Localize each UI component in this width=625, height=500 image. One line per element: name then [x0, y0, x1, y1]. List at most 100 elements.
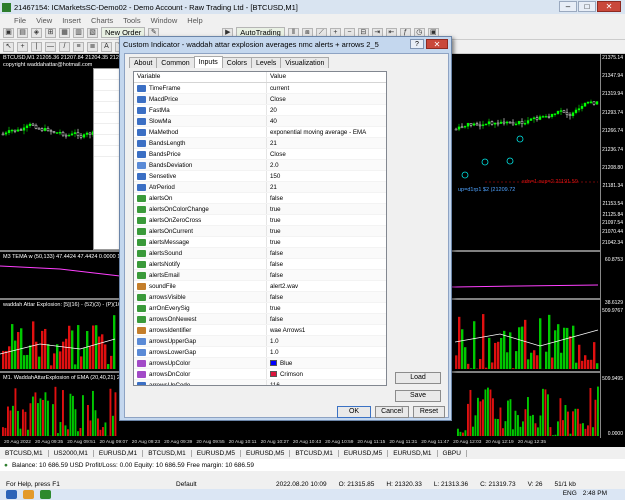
menu-charts[interactable]: Charts [91, 16, 113, 25]
load-button[interactable]: Load [395, 372, 441, 384]
param-row[interactable]: MaMethod exponential moving average - EMA [134, 127, 386, 138]
terminal-icon[interactable]: ▥ [73, 27, 84, 38]
param-row[interactable]: AtrPeriod 21 [134, 182, 386, 193]
menu-tools[interactable]: Tools [123, 16, 141, 25]
minimize-button[interactable]: – [559, 1, 577, 12]
param-row[interactable]: arrowsLowerGap 1.0 [134, 347, 386, 358]
data-window-icon[interactable]: ⊞ [45, 27, 56, 38]
param-row[interactable]: alertsNotify false [134, 259, 386, 270]
explorer-icon[interactable] [23, 490, 34, 499]
language-indicator[interactable]: ENG [563, 490, 577, 497]
param-row[interactable]: alertsOnCurrent true [134, 226, 386, 237]
param-value-cell[interactable]: true [267, 204, 386, 214]
param-value-cell[interactable]: 40 [267, 116, 386, 126]
tab-levels[interactable]: Levels [251, 57, 282, 68]
param-value-cell[interactable]: true [267, 226, 386, 236]
ok-button[interactable]: OK [337, 406, 371, 418]
fibonacci-icon[interactable]: ≣ [87, 41, 98, 52]
chart-tab[interactable]: US2000,M1 [49, 449, 94, 457]
param-value-cell[interactable]: 2.0 [267, 160, 386, 170]
param-value-cell[interactable]: Close [267, 94, 386, 104]
chart-tab[interactable]: BTCUSD,M1 [0, 449, 49, 457]
param-value-cell[interactable]: Close [267, 149, 386, 159]
param-value-cell[interactable]: false [267, 314, 386, 324]
param-row[interactable]: SlowMa 40 [134, 116, 386, 127]
param-row[interactable]: arrowsVisible false [134, 292, 386, 303]
time-axis[interactable]: 20 Aug 2022 20 Aug 09:35 20 Aug 09:51 20… [0, 438, 625, 447]
param-value-cell[interactable]: current [267, 83, 386, 93]
param-row[interactable]: arrowsDnColor Crimson [134, 369, 386, 380]
tab-inputs[interactable]: Inputs [193, 56, 223, 68]
new-chart-icon[interactable]: ▣ [3, 27, 14, 38]
param-value-cell[interactable]: alert2.wav [267, 281, 386, 291]
clock[interactable]: 2:48 PM [583, 490, 607, 497]
param-value-cell[interactable]: false [267, 193, 386, 203]
param-value-cell[interactable]: 1.0 [267, 336, 386, 346]
dialog-close-button[interactable]: ✕ [426, 39, 448, 49]
param-value-cell[interactable]: 21 [267, 182, 386, 192]
param-row[interactable]: BandsDeviation 2.0 [134, 160, 386, 171]
crosshair-icon[interactable]: + [17, 41, 28, 52]
market-watch-icon[interactable]: ◈ [31, 27, 42, 38]
dialog-help-button[interactable]: ? [410, 39, 424, 49]
menu-help[interactable]: Help [187, 16, 202, 25]
param-row[interactable]: alertsOnColorChange true [134, 204, 386, 215]
inputs-grid[interactable]: Variable Value TimeFrame current MacdPrice… [133, 71, 387, 386]
param-value-cell[interactable]: wae Arrows1 [267, 325, 386, 335]
chart-tab[interactable]: EURUSD,M5 [241, 449, 291, 457]
trendline-icon[interactable]: / [59, 41, 70, 52]
param-value-cell[interactable]: 21 [267, 138, 386, 148]
param-value-cell[interactable]: false [267, 248, 386, 258]
param-row[interactable]: arrowsUpCode 116 [134, 380, 386, 386]
channel-icon[interactable]: ≡ [73, 41, 84, 52]
param-row[interactable]: alertsEmail false [134, 270, 386, 281]
param-row[interactable]: soundFile alert2.wav [134, 281, 386, 292]
navigator-icon[interactable]: ▦ [59, 27, 70, 38]
vertical-line-icon[interactable]: | [31, 41, 42, 52]
param-value-cell[interactable]: true [267, 237, 386, 247]
param-row[interactable]: BandsLength 21 [134, 138, 386, 149]
price-axis[interactable]: 21375.14 21347.94 21319.94 21293.74 2126… [600, 54, 625, 438]
param-row[interactable]: arrowsUpperGap 1.0 [134, 336, 386, 347]
chart-tab[interactable]: BTCUSD,M1 [143, 449, 192, 457]
tester-icon[interactable]: ▧ [87, 27, 98, 38]
param-row[interactable]: Sensetive 150 [134, 171, 386, 182]
param-value-cell[interactable]: false [267, 259, 386, 269]
param-row[interactable]: alertsSound false [134, 248, 386, 259]
horizontal-line-icon[interactable]: — [45, 41, 56, 52]
menu-window[interactable]: Window [151, 16, 178, 25]
reset-button[interactable]: Reset [413, 406, 445, 418]
tab-about[interactable]: About [129, 57, 158, 68]
param-value-cell[interactable]: 116 [267, 380, 386, 386]
start-icon[interactable] [6, 490, 17, 499]
param-row[interactable]: alertsMessage true [134, 237, 386, 248]
chart-tab[interactable]: EURUSD,M5 [339, 449, 389, 457]
save-button[interactable]: Save [395, 390, 441, 402]
chart-tab[interactable]: GBPU [438, 449, 467, 457]
param-value-cell[interactable]: exponential moving average - EMA [267, 127, 386, 137]
param-value-cell[interactable]: true [267, 303, 386, 313]
param-row[interactable]: MacdPrice Close [134, 94, 386, 105]
profiles-icon[interactable]: ▤ [17, 27, 28, 38]
param-value-cell[interactable]: 20 [267, 105, 386, 115]
col-variable-header[interactable]: Variable [134, 72, 267, 82]
text-icon[interactable]: A [101, 41, 112, 52]
param-row[interactable]: alertsOnZeroCross true [134, 215, 386, 226]
tab-visualization[interactable]: Visualization [280, 57, 330, 68]
param-value-cell[interactable]: Blue [267, 358, 386, 368]
param-row[interactable]: arrowsUpColor Blue [134, 358, 386, 369]
menu-file[interactable]: File [14, 16, 26, 25]
param-value-cell[interactable]: false [267, 292, 386, 302]
chart-tab[interactable]: EURUSD,M1 [388, 449, 438, 457]
param-value-cell[interactable]: true [267, 215, 386, 225]
close-button[interactable]: ✕ [597, 1, 621, 12]
param-row[interactable]: alertsOn false [134, 193, 386, 204]
param-row[interactable]: TimeFrame current [134, 83, 386, 94]
col-value-header[interactable]: Value [267, 72, 386, 82]
param-value-cell[interactable]: Crimson [267, 369, 386, 379]
chart-tab[interactable]: BTCUSD,M1 [290, 449, 339, 457]
param-row[interactable]: BandsPrice Close [134, 149, 386, 160]
param-row[interactable]: FastMa 20 [134, 105, 386, 116]
param-row[interactable]: arrowsIdentifier wae Arrows1 [134, 325, 386, 336]
chart-tab[interactable]: EURUSD,M1 [94, 449, 144, 457]
